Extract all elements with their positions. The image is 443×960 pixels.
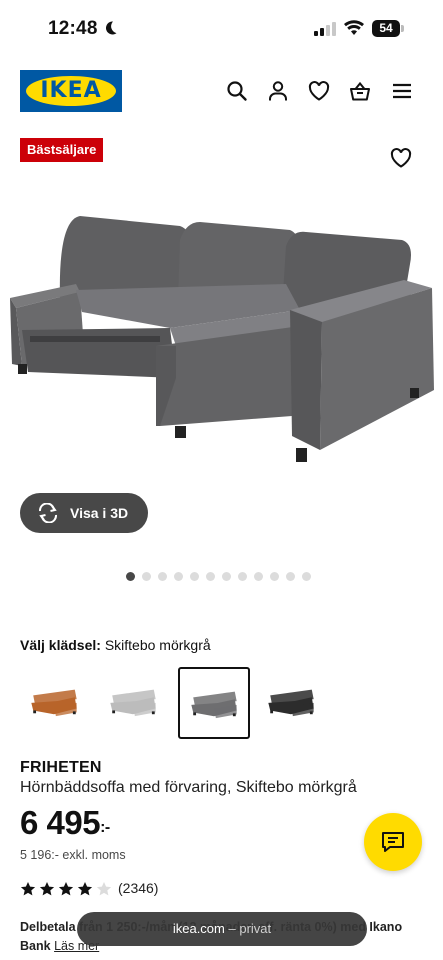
ikea-logo[interactable]: IKEA <box>20 70 122 112</box>
moon-icon <box>105 21 117 35</box>
favourite-heart-icon[interactable] <box>390 147 412 169</box>
fabric-value: Skiftebo mörkgrå <box>104 637 211 653</box>
price-amount: 6 495 <box>20 804 101 841</box>
chat-button[interactable] <box>364 813 422 871</box>
pagination-dot[interactable] <box>238 572 247 581</box>
image-pagination[interactable] <box>126 572 311 581</box>
pagination-dot[interactable] <box>142 572 151 581</box>
fabric-swatch[interactable] <box>99 667 171 739</box>
pagination-dot[interactable] <box>270 572 279 581</box>
search-icon[interactable] <box>226 80 248 102</box>
price-excl-vat: 5 196:- exkl. moms <box>20 848 126 862</box>
pagination-dot[interactable] <box>158 572 167 581</box>
chat-icon <box>382 832 404 852</box>
rotate-3d-icon <box>39 503 57 523</box>
signal-icon <box>314 22 336 36</box>
pagination-dot[interactable] <box>126 572 135 581</box>
fabric-swatch[interactable] <box>178 667 250 739</box>
pagination-dot[interactable] <box>190 572 199 581</box>
wifi-icon <box>344 20 364 35</box>
heart-icon[interactable] <box>308 80 330 102</box>
pagination-dot[interactable] <box>206 572 215 581</box>
product-image-sofa[interactable] <box>0 180 443 500</box>
site-header: IKEA <box>0 70 443 114</box>
price-suffix: :- <box>100 819 110 836</box>
status-bar: 12:48 54 <box>0 0 443 58</box>
pagination-dot[interactable] <box>254 572 263 581</box>
fabric-label: Välj klädsel: <box>20 637 101 653</box>
product-name: FRIHETEN <box>20 759 102 776</box>
review-count[interactable]: (2346) <box>118 880 158 896</box>
url-domain: ikea.com <box>172 921 225 936</box>
bestseller-badge: Bästsäljare <box>20 138 104 162</box>
pagination-dot[interactable] <box>286 572 295 581</box>
star-icon <box>96 882 112 896</box>
menu-icon[interactable] <box>391 80 413 102</box>
browser-url-bar[interactable]: ikea.com – privat <box>77 912 367 946</box>
star-icon <box>20 882 36 896</box>
status-time: 12:48 <box>48 18 98 39</box>
basket-icon[interactable] <box>349 80 371 102</box>
user-icon[interactable] <box>267 80 289 102</box>
swatch-sofa-thumbnail <box>268 689 314 717</box>
battery-indicator: 54 <box>372 20 404 37</box>
star-icon <box>77 882 93 896</box>
pagination-dot[interactable] <box>222 572 231 581</box>
fabric-swatch[interactable] <box>257 667 329 739</box>
pagination-dot[interactable] <box>174 572 183 581</box>
product-description: Hörnbäddsoffa med förvaring, Skiftebo mö… <box>20 779 357 796</box>
logo-text: IKEA <box>40 78 102 103</box>
swatch-sofa-thumbnail <box>191 691 237 719</box>
star-icon <box>39 882 55 896</box>
battery-level: 54 <box>372 20 400 37</box>
view-3d-button[interactable]: Visa i 3D <box>20 493 148 533</box>
swatch-sofa-thumbnail <box>110 689 156 717</box>
star-icon <box>58 882 74 896</box>
product-price: 6 495:- <box>20 804 110 842</box>
pagination-dot[interactable] <box>302 572 311 581</box>
swatch-sofa-thumbnail <box>31 689 77 717</box>
fabric-swatch[interactable] <box>20 667 92 739</box>
url-private-mode: – privat <box>228 921 272 936</box>
fabric-selection: Välj klädsel: Skiftebo mörkgrå <box>20 637 211 653</box>
view-3d-label: Visa i 3D <box>70 505 129 521</box>
